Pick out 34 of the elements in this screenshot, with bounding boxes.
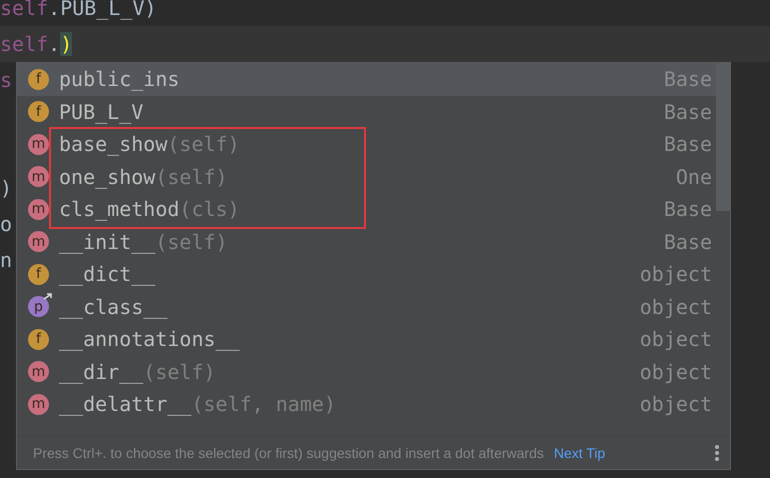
completion-item[interactable]: p __class__ object — [17, 290, 730, 323]
property-icon: p — [28, 296, 49, 318]
field-icon: f — [28, 328, 49, 350]
code-text: ) — [0, 176, 12, 200]
next-tip-link[interactable]: Next Tip — [554, 444, 704, 460]
code-text: ) — [60, 32, 72, 56]
code-text: .PUB_L_V) — [48, 0, 157, 20]
code-text: . — [48, 32, 60, 56]
method-icon: m — [28, 198, 49, 220]
field-icon: f — [28, 264, 49, 285]
completion-item[interactable]: m __dir__(self) object — [17, 356, 730, 388]
more-icon[interactable] — [714, 444, 720, 462]
completion-item[interactable]: m one_show(self) One — [17, 160, 730, 193]
code-text: self — [0, 0, 48, 20]
scrollbar-thumb[interactable] — [716, 63, 730, 211]
field-icon: f — [28, 101, 49, 122]
method-icon: m — [28, 166, 49, 188]
completion-item[interactable]: f PUB_L_V Base — [17, 96, 730, 128]
method-icon: m — [28, 394, 49, 415]
completion-item[interactable]: m base_show(self) Base — [17, 128, 730, 160]
completion-item[interactable]: m __delattr__(self, name) object — [17, 388, 730, 420]
completion-item[interactable]: f __annotations__ object — [17, 323, 730, 356]
code-text: o — [0, 212, 12, 236]
completion-item[interactable]: m cls_method(cls) Base — [17, 193, 730, 226]
code-text: n — [0, 248, 12, 272]
field-icon: f — [28, 68, 49, 90]
completion-item[interactable]: m __init__(self) Base — [17, 226, 730, 258]
hint-text: Press Ctrl+. to choose the selected (or first) suggestion and insert a dot afterwards — [33, 444, 544, 460]
method-icon: m — [28, 134, 49, 155]
code-text: self — [0, 32, 48, 56]
completion-item[interactable]: f __dict__ object — [17, 258, 730, 290]
code-text: s — [0, 68, 12, 92]
method-icon: m — [28, 361, 49, 382]
method-icon: m — [28, 231, 49, 252]
